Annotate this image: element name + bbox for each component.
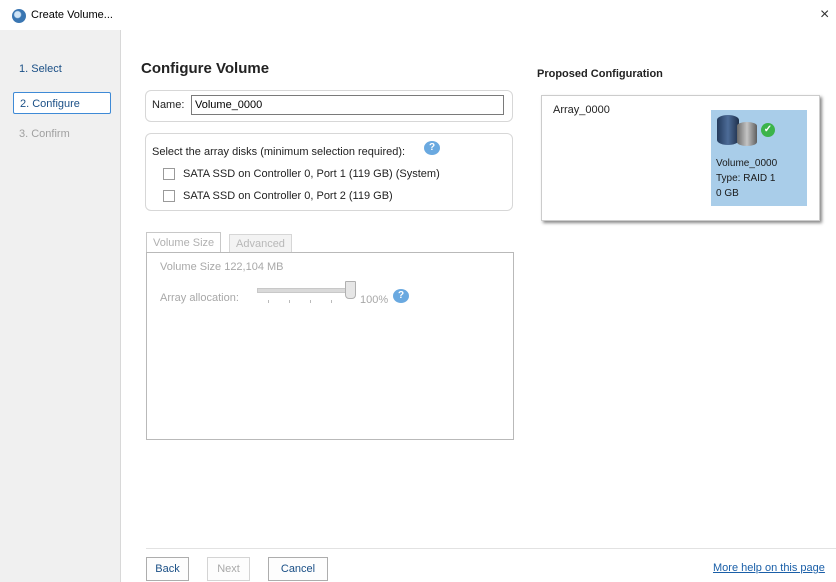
app-volume-icon [12,9,26,23]
array-disk-icon [737,122,757,146]
disks-label: Select the array disks (minimum selectio… [152,146,406,158]
step-configure[interactable]: 2. Configure [13,92,111,114]
cancel-button[interactable]: Cancel [268,557,328,581]
check-icon: ✓ [761,123,775,137]
disk-checkbox-port2[interactable]: SATA SSD on Controller 0, Port 2 (119 GB… [163,190,393,203]
array-label: Array_0000 [553,104,610,116]
help-icon[interactable]: ? [393,289,409,303]
disk-checkbox-port1[interactable]: SATA SSD on Controller 0, Port 1 (119 GB… [163,168,440,181]
checkbox[interactable] [163,168,175,181]
back-button[interactable]: Back [146,557,189,581]
slider-tick [331,300,332,303]
help-icon[interactable]: ? [424,141,440,155]
volume-card-size: 0 GB [716,188,739,199]
allocation-slider-track[interactable] [257,288,355,293]
checkbox[interactable] [163,190,175,203]
volume-size-text: Volume Size 122,104 MB [160,261,284,273]
disk-label: SATA SSD on Controller 0, Port 2 (119 GB… [183,190,393,203]
tab-volume-size[interactable]: Volume Size [146,232,222,253]
next-button[interactable]: Next [207,557,250,581]
array-allocation-label: Array allocation: [160,292,239,304]
slider-tick [268,300,269,303]
step-select[interactable]: 1. Select [13,58,68,80]
step-confirm: 3. Confirm [19,128,70,140]
volume-card-name: Volume_0000 [716,158,778,169]
tab-advanced[interactable]: Advanced [229,234,292,253]
volume-name-input[interactable] [191,95,504,115]
more-help-link[interactable]: More help on this page [713,562,825,574]
tab-panel [146,252,514,440]
page-title: Configure Volume [141,60,270,77]
proposed-config-title: Proposed Configuration [537,68,663,80]
disk-label: SATA SSD on Controller 0, Port 1 (119 GB… [183,168,440,181]
close-icon[interactable]: × [820,5,836,25]
slider-tick [289,300,290,303]
footer-divider [146,548,836,549]
slider-tick [310,300,311,303]
allocation-slider-thumb[interactable] [345,281,356,299]
window-title: Create Volume... [31,9,113,21]
name-label: Name: [152,99,185,111]
title-bar: Create Volume... × [0,0,836,30]
volume-card-type: Type: RAID 1 [716,173,776,184]
allocation-percent: 100% [360,294,389,306]
array-disk-icon [717,115,739,145]
